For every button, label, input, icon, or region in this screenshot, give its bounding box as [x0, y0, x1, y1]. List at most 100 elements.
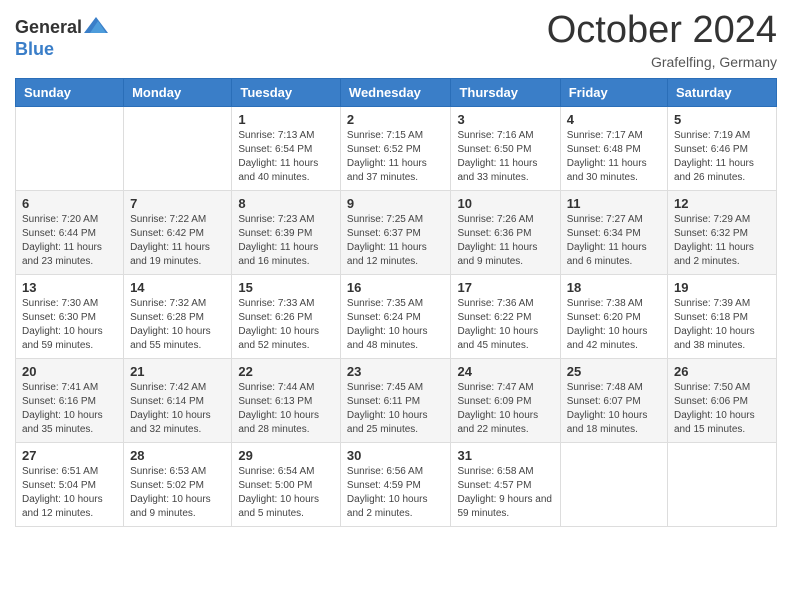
calendar-cell: 31 Sunrise: 6:58 AMSunset: 4:57 PMDayligh…: [451, 442, 560, 526]
day-info: Sunrise: 7:17 AMSunset: 6:48 PMDaylight:…: [567, 129, 661, 185]
day-info: Sunrise: 7:44 AMSunset: 6:13 PMDaylight:…: [238, 381, 334, 437]
calendar-cell: 3Sunrise: 7:16 AMSunset: 6:50 PMDaylight…: [451, 106, 560, 190]
day-number: 1: [238, 112, 334, 127]
calendar-day-header: Tuesday: [232, 78, 341, 106]
day-number: 25: [567, 364, 661, 379]
day-number: 24: [457, 364, 553, 379]
day-number: 4: [567, 112, 661, 127]
day-info: Sunrise: 6:54 AMSunset: 5:00 PMDaylight:…: [238, 465, 334, 521]
calendar-cell: 26 Sunrise: 7:50 AMSunset: 6:06 PMDayligh…: [668, 358, 777, 442]
day-number: 13: [22, 280, 117, 295]
calendar-cell: 29 Sunrise: 6:54 AMSunset: 5:00 PMDayligh…: [232, 442, 341, 526]
day-number: 29: [238, 448, 334, 463]
day-number: 5: [674, 112, 770, 127]
day-number: 23: [347, 364, 445, 379]
day-info: Sunrise: 6:51 AMSunset: 5:04 PMDaylight:…: [22, 465, 117, 521]
day-info: Sunrise: 7:36 AMSunset: 6:22 PMDaylight:…: [457, 297, 553, 353]
logo-text-blue: Blue: [15, 39, 54, 59]
calendar-cell: 18 Sunrise: 7:38 AMSunset: 6:20 PMDayligh…: [560, 274, 667, 358]
calendar-cell: 7Sunrise: 7:22 AMSunset: 6:42 PMDaylight…: [124, 190, 232, 274]
day-info: Sunrise: 7:29 AMSunset: 6:32 PMDaylight:…: [674, 213, 770, 269]
location: Grafelfing, Germany: [547, 54, 777, 70]
day-info: Sunrise: 7:27 AMSunset: 6:34 PMDaylight:…: [567, 213, 661, 269]
day-info: Sunrise: 7:47 AMSunset: 6:09 PMDaylight:…: [457, 381, 553, 437]
page: General Blue October 2024 Grafelfing, Ge…: [0, 0, 792, 612]
day-info: Sunrise: 7:19 AMSunset: 6:46 PMDaylight:…: [674, 129, 770, 185]
day-info: Sunrise: 7:25 AMSunset: 6:37 PMDaylight:…: [347, 213, 445, 269]
day-number: 18: [567, 280, 661, 295]
day-info: Sunrise: 7:50 AMSunset: 6:06 PMDaylight:…: [674, 381, 770, 437]
calendar-day-header: Friday: [560, 78, 667, 106]
day-number: 8: [238, 196, 334, 211]
day-info: Sunrise: 7:30 AMSunset: 6:30 PMDaylight:…: [22, 297, 117, 353]
day-number: 6: [22, 196, 117, 211]
calendar-cell: [124, 106, 232, 190]
day-info: Sunrise: 7:20 AMSunset: 6:44 PMDaylight:…: [22, 213, 117, 269]
calendar-week-row: 27Sunrise: 6:51 AMSunset: 5:04 PMDayligh…: [16, 442, 777, 526]
calendar-cell: 24 Sunrise: 7:47 AMSunset: 6:09 PMDayligh…: [451, 358, 560, 442]
calendar-cell: 13 Sunrise: 7:30 AMSunset: 6:30 PMDayligh…: [16, 274, 124, 358]
day-info: Sunrise: 7:41 AMSunset: 6:16 PMDaylight:…: [22, 381, 117, 437]
day-info: Sunrise: 6:53 AMSunset: 5:02 PMDaylight:…: [130, 465, 225, 521]
day-info: Sunrise: 7:35 AMSunset: 6:24 PMDaylight:…: [347, 297, 445, 353]
day-number: 7: [130, 196, 225, 211]
calendar-cell: 11 Sunrise: 7:27 AMSunset: 6:34 PMDayligh…: [560, 190, 667, 274]
day-number: 20: [22, 364, 117, 379]
day-info: Sunrise: 7:13 AMSunset: 6:54 PMDaylight:…: [238, 129, 334, 185]
calendar-day-header: Saturday: [668, 78, 777, 106]
calendar-day-header: Wednesday: [340, 78, 451, 106]
calendar-cell: 9 Sunrise: 7:25 AMSunset: 6:37 PMDaylight…: [340, 190, 451, 274]
day-number: 10: [457, 196, 553, 211]
calendar-day-header: Monday: [124, 78, 232, 106]
day-number: 14: [130, 280, 225, 295]
day-info: Sunrise: 6:56 AMSunset: 4:59 PMDaylight:…: [347, 465, 445, 521]
calendar-cell: [560, 442, 667, 526]
logo: General Blue: [15, 15, 108, 60]
day-info: Sunrise: 7:16 AMSunset: 6:50 PMDaylight:…: [457, 129, 553, 185]
calendar-cell: 20 Sunrise: 7:41 AMSunset: 6:16 PMDayligh…: [16, 358, 124, 442]
day-number: 31: [457, 448, 553, 463]
calendar-day-header: Sunday: [16, 78, 124, 106]
day-info: Sunrise: 7:33 AMSunset: 6:26 PMDaylight:…: [238, 297, 334, 353]
calendar-week-row: 1 Sunrise: 7:13 AMSunset: 6:54 PMDaylight…: [16, 106, 777, 190]
day-number: 26: [674, 364, 770, 379]
calendar-cell: [16, 106, 124, 190]
calendar-cell: [668, 442, 777, 526]
month-title: October 2024: [547, 10, 777, 52]
day-number: 9: [347, 196, 445, 211]
day-info: Sunrise: 7:23 AMSunset: 6:39 PMDaylight:…: [238, 213, 334, 269]
calendar-cell: 30Sunrise: 6:56 AMSunset: 4:59 PMDayligh…: [340, 442, 451, 526]
day-number: 22: [238, 364, 334, 379]
day-number: 12: [674, 196, 770, 211]
calendar-cell: 10 Sunrise: 7:26 AMSunset: 6:36 PMDayligh…: [451, 190, 560, 274]
day-info: Sunrise: 7:48 AMSunset: 6:07 PMDaylight:…: [567, 381, 661, 437]
logo-icon: [84, 13, 108, 37]
calendar-day-header: Thursday: [451, 78, 560, 106]
day-info: Sunrise: 7:32 AMSunset: 6:28 PMDaylight:…: [130, 297, 225, 353]
day-number: 2: [347, 112, 445, 127]
day-number: 28: [130, 448, 225, 463]
calendar-cell: 6 Sunrise: 7:20 AMSunset: 6:44 PMDaylight…: [16, 190, 124, 274]
day-info: Sunrise: 7:39 AMSunset: 6:18 PMDaylight:…: [674, 297, 770, 353]
day-number: 11: [567, 196, 661, 211]
day-info: Sunrise: 6:58 AMSunset: 4:57 PMDaylight:…: [457, 465, 553, 521]
day-info: Sunrise: 7:38 AMSunset: 6:20 PMDaylight:…: [567, 297, 661, 353]
calendar-cell: 4 Sunrise: 7:17 AMSunset: 6:48 PMDaylight…: [560, 106, 667, 190]
calendar-cell: 2Sunrise: 7:15 AMSunset: 6:52 PMDaylight…: [340, 106, 451, 190]
header: General Blue October 2024 Grafelfing, Ge…: [15, 10, 777, 70]
calendar-cell: 15Sunrise: 7:33 AMSunset: 6:26 PMDayligh…: [232, 274, 341, 358]
day-number: 17: [457, 280, 553, 295]
day-info: Sunrise: 7:26 AMSunset: 6:36 PMDaylight:…: [457, 213, 553, 269]
calendar-cell: 19 Sunrise: 7:39 AMSunset: 6:18 PMDayligh…: [668, 274, 777, 358]
day-number: 19: [674, 280, 770, 295]
calendar-cell: 27Sunrise: 6:51 AMSunset: 5:04 PMDayligh…: [16, 442, 124, 526]
logo-text-general: General: [15, 17, 82, 38]
calendar-cell: 14 Sunrise: 7:32 AMSunset: 6:28 PMDayligh…: [124, 274, 232, 358]
calendar-cell: 12 Sunrise: 7:29 AMSunset: 6:32 PMDayligh…: [668, 190, 777, 274]
calendar-cell: 16Sunrise: 7:35 AMSunset: 6:24 PMDayligh…: [340, 274, 451, 358]
calendar-cell: 17 Sunrise: 7:36 AMSunset: 6:22 PMDayligh…: [451, 274, 560, 358]
title-section: October 2024 Grafelfing, Germany: [547, 10, 777, 70]
calendar-cell: 1 Sunrise: 7:13 AMSunset: 6:54 PMDaylight…: [232, 106, 341, 190]
calendar-cell: 5 Sunrise: 7:19 AMSunset: 6:46 PMDaylight…: [668, 106, 777, 190]
calendar-week-row: 13 Sunrise: 7:30 AMSunset: 6:30 PMDayligh…: [16, 274, 777, 358]
